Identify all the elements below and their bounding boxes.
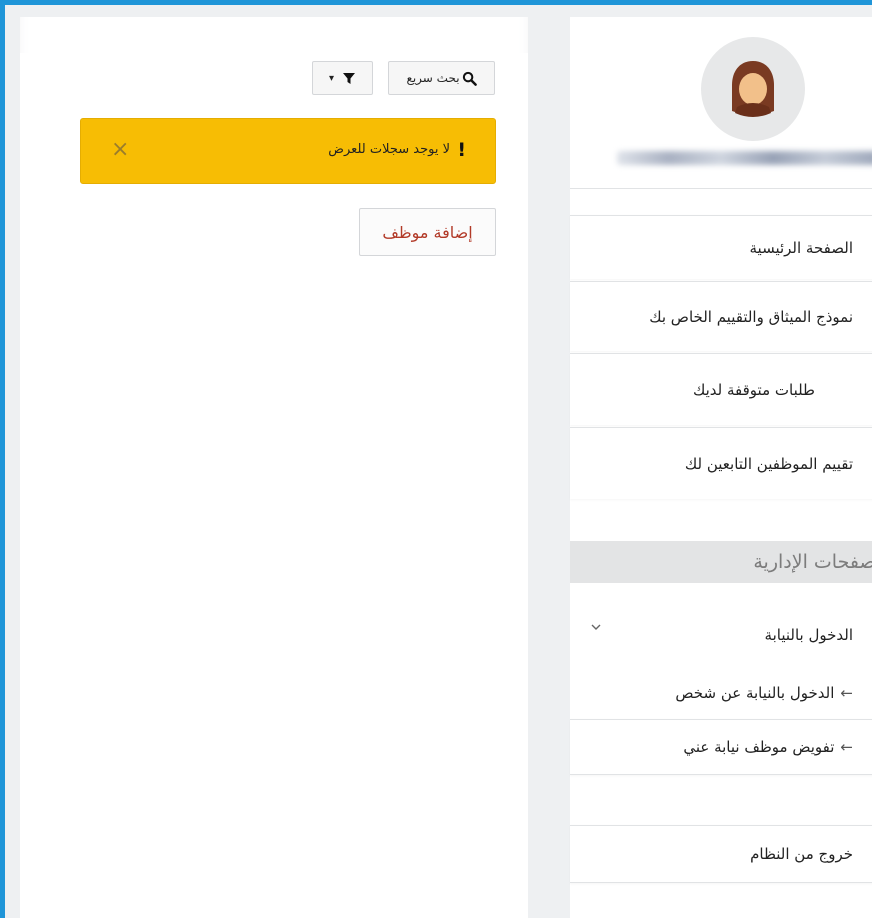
sidebar-item-pending-requests[interactable]: طلبات متوقفة لديك — [570, 353, 872, 425]
add-employee-button[interactable]: إضافة موظف — [359, 208, 496, 256]
sidebar-subitem-proxy-for-person[interactable]: ← الدخول بالنيابة عن شخص — [570, 669, 872, 717]
close-icon[interactable]: × — [111, 139, 129, 161]
avatar — [701, 37, 805, 141]
user-avatar-icon — [732, 61, 774, 117]
sidebar-subitem-label: تفويض موظف نيابة عني — [683, 738, 835, 756]
arrow-left-icon: ← — [840, 684, 853, 702]
sidebar-subitem-delegate-employee[interactable]: ← تفويض موظف نيابة عني — [570, 719, 872, 775]
filter-button[interactable]: ▾ — [312, 61, 373, 95]
no-records-alert: ! لا يوجد سجلات للعرض × — [80, 118, 496, 184]
section-title: الصفحات الإدارية — [753, 551, 872, 573]
sidebar-item-proxy-login[interactable]: الدخول بالنيابة — [570, 609, 872, 661]
divider — [570, 188, 872, 189]
chevron-down-icon[interactable] — [588, 619, 604, 635]
search-icon — [462, 71, 477, 86]
sidebar-item-charter-evaluation[interactable]: نموذج الميثاق والتقييم الخاص بك — [570, 281, 872, 351]
admin-pages-section-header: الصفحات الإدارية — [570, 541, 872, 583]
sidebar-item-label: طلبات متوقفة لديك — [692, 380, 815, 399]
filter-icon — [343, 73, 356, 84]
sidebar-item-label: تقييم الموظفين التابعين لك — [684, 454, 853, 473]
alert-message: لا يوجد سجلات للعرض — [328, 142, 450, 157]
caret-down-icon: ▾ — [328, 72, 335, 84]
sidebar-item-subordinates-evaluation[interactable]: تقييم الموظفين التابعين لك — [570, 427, 872, 499]
app-frame: بحث سريع ▾ ! لا يوجد سجلات للعرض × إضافة… — [0, 0, 872, 918]
user-name-blurred — [617, 145, 872, 173]
exclamation-icon: ! — [457, 139, 466, 161]
sidebar-item-logout[interactable]: خروج من النظام — [570, 825, 872, 883]
sidebar-item-label: الدخول بالنيابة — [764, 626, 853, 644]
quick-search-label: بحث سريع — [406, 71, 460, 85]
sidebar-item-label: الصفحة الرئيسية — [749, 238, 854, 257]
sidebar-subitem-label: الدخول بالنيابة عن شخص — [675, 684, 835, 702]
sidebar-item-label: خروج من النظام — [750, 845, 853, 863]
sidebar-item-home[interactable]: الصفحة الرئيسية — [570, 215, 872, 279]
sidebar-item-label: نموذج الميثاق والتقييم الخاص بك — [649, 307, 853, 326]
quick-search-button[interactable]: بحث سريع — [388, 61, 495, 95]
arrow-left-icon: ← — [840, 738, 853, 756]
